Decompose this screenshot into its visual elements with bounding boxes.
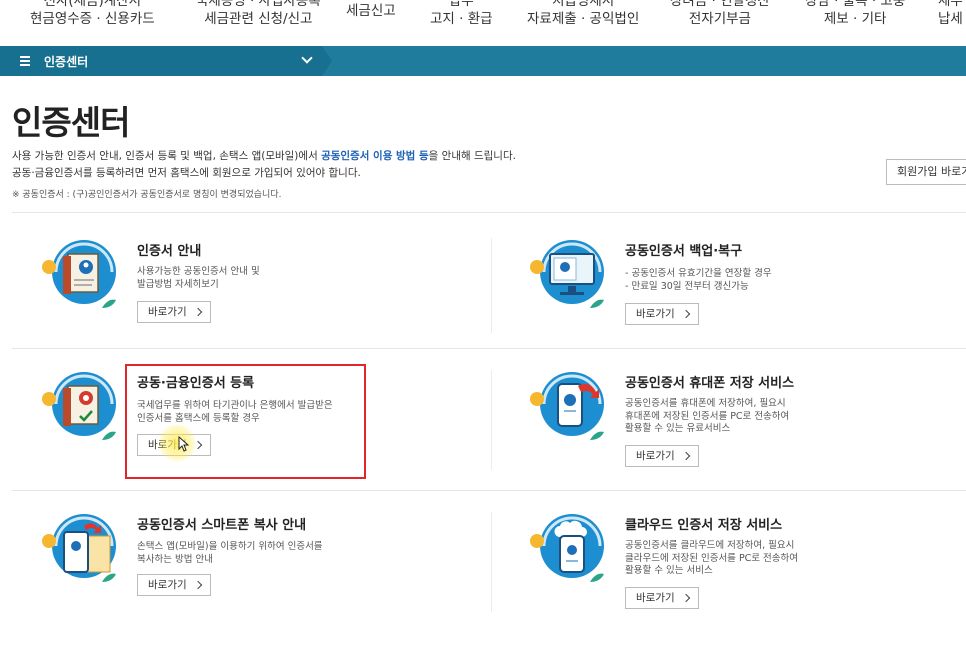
cursor-highlight: [158, 424, 196, 462]
menu-icon: [20, 54, 30, 68]
card-desc: 공동인증서를 휴대폰에 저장하여, 필요시 휴대폰에 저장된 인증서를 PC로 …: [625, 398, 790, 434]
card-desc: 손택스 앱(모바일)을 이용하기 위하여 인증서를 복사하는 방법 안내: [137, 541, 323, 565]
card-desc: 사용가능한 공동인증서 안내 및 발급방법 자세히보기: [137, 266, 260, 290]
column-divider: [491, 238, 492, 333]
breadcrumb-menu[interactable]: 인증센터: [0, 46, 322, 76]
breadcrumb-label: 인증센터: [44, 54, 89, 69]
smartphone-copy-icon: [42, 514, 116, 582]
card-title-cloud-storage: 클라우드 인증서 저장 서비스: [625, 518, 783, 533]
cloud-storage-go-button[interactable]: 바로가기: [625, 587, 699, 609]
chevron-right-icon: [193, 580, 203, 590]
column-divider: [491, 512, 492, 612]
phone-storage-icon: [530, 372, 604, 440]
highlight-box: [125, 364, 366, 479]
certificate-guide-icon: [42, 240, 116, 308]
mouse-cursor-icon: [178, 436, 190, 452]
certificate-guide-go-button[interactable]: 바로가기: [137, 301, 211, 323]
certificate-backup-monitor-icon: [530, 240, 604, 308]
smartphone-copy-go-button[interactable]: 바로가기: [137, 574, 211, 596]
chevron-right-icon: [681, 451, 691, 461]
chevron-down-icon[interactable]: [301, 52, 313, 64]
chevron-right-icon: [681, 309, 691, 319]
card-title-certificate-guide: 인증서 안내: [137, 244, 202, 259]
page-description: 사용 가능한 인증서 안내, 인증서 등록 및 백업, 손택스 앱(모바일)에서…: [12, 150, 516, 162]
chevron-right-icon: [193, 307, 203, 317]
breadcrumb-bar: 인증센터: [0, 46, 966, 76]
divider: [12, 348, 966, 349]
phone-storage-go-button[interactable]: 바로가기: [625, 445, 699, 467]
card-title-backup: 공동인증서 백업·복구: [625, 244, 743, 259]
nav-item-certificate[interactable]: 국세증명 · 사업자등록 세금관련 신청/신고: [196, 0, 321, 28]
card-desc: 공동인증서를 클라우드에 저장하여, 필요시 클라우드에 저장된 인증서를 PC…: [625, 540, 799, 576]
page-description-2: 공동·금융인증서를 등록하려면 먼저 홈택스에 회원으로 가입되어 있어야 합니…: [12, 167, 361, 179]
card-title-phone-storage: 공동인증서 휴대폰 저장 서비스: [625, 376, 795, 391]
divider: [12, 490, 966, 491]
top-navigation: 전자(세금)계산서 현금영수증 · 신용카드 국세증명 · 사업자등록 세금관련…: [0, 0, 966, 46]
divider: [12, 212, 966, 213]
certificate-register-icon: [42, 372, 116, 440]
nav-item-tax-report[interactable]: 세금신고: [346, 2, 396, 20]
page-note: ※ 공동인증서 : (구)공인인증서가 공동인증서로 명칭이 변경되었습니다.: [12, 190, 282, 200]
cloud-storage-icon: [530, 514, 604, 582]
signup-button[interactable]: 회원가입 바로가기: [886, 159, 966, 185]
card-desc: - 공동인증서 유효기간을 연장할 경우 - 만료일 30일 전부터 갱신가능: [625, 268, 772, 292]
nav-item-einvoice[interactable]: 전자(세금)계산서 현금영수증 · 신용카드: [30, 0, 155, 28]
nav-item-payment[interactable]: 납부 고지 · 환급: [430, 0, 493, 28]
description-highlight: 공동인증서 이용 방법 등: [321, 150, 429, 162]
nav-item-consult[interactable]: 상담 · 불복 · 고충 제보 · 기타: [805, 0, 905, 28]
nav-item-incentive[interactable]: 장려금 · 연말정산 전자기부금: [670, 0, 770, 28]
breadcrumb-arrow: [322, 46, 332, 76]
column-divider: [491, 370, 492, 470]
chevron-right-icon: [681, 593, 691, 603]
page-title: 인증센터: [12, 103, 130, 142]
card-title-smartphone-copy: 공동인증서 스마트폰 복사 안내: [137, 518, 307, 533]
backup-go-button[interactable]: 바로가기: [625, 303, 699, 325]
nav-item-tax-more[interactable]: 세무 납세: [938, 0, 963, 28]
nav-item-statement[interactable]: 지급명세서 자료제출 · 공익법인: [527, 0, 639, 28]
